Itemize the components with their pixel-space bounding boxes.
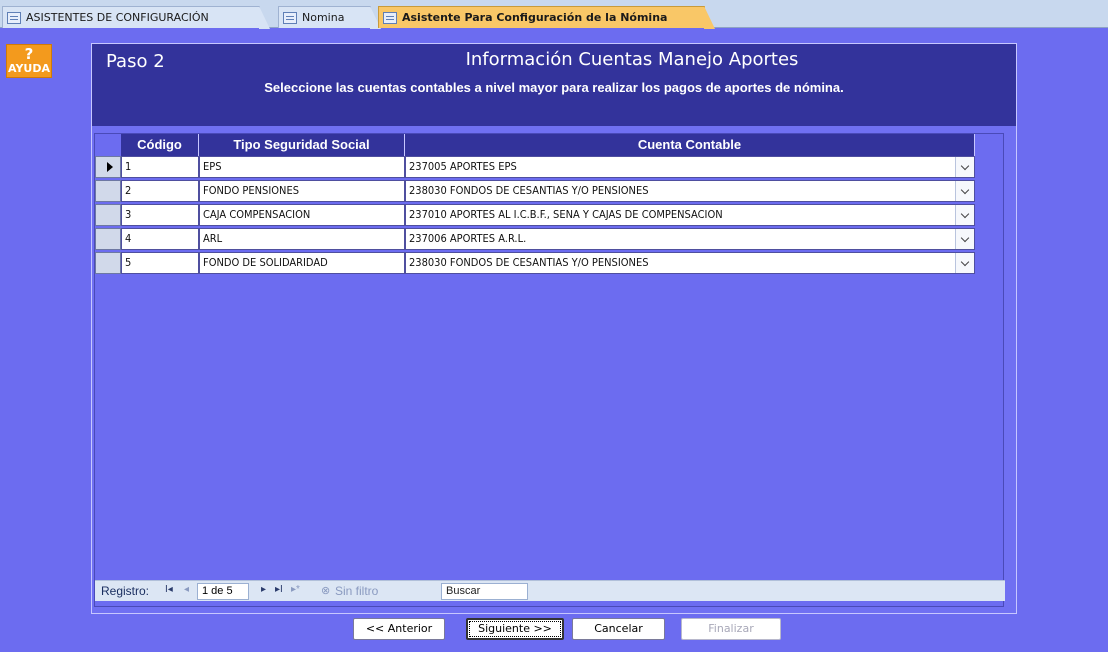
form-icon [283, 11, 297, 24]
new-record-icon[interactable]: ▸* [291, 584, 300, 595]
tab-label: Asistente Para Configuración de la Nómin… [402, 11, 668, 24]
type-cell[interactable]: FONDO DE SOLIDARIDAD [199, 252, 405, 274]
account-value: 237010 APORTES AL I.C.B.F., SENA Y CAJAS… [409, 208, 723, 221]
column-header-codigo[interactable]: Código [121, 134, 199, 156]
first-record-icon[interactable]: I◂ [165, 584, 173, 595]
column-header-cuenta-contable[interactable]: Cuenta Contable [405, 134, 975, 156]
wizard-form: Paso 2 Información Cuentas Manejo Aporte… [91, 43, 1017, 614]
tab-label: Nomina [302, 11, 345, 24]
dropdown-chevron-icon[interactable] [955, 253, 974, 273]
record-position-input[interactable]: 1 de 5 [197, 583, 249, 600]
account-value: 238030 FONDOS DE CESANTIAS Y/O PENSIONES [409, 256, 649, 269]
account-combo[interactable]: 237010 APORTES AL I.C.B.F., SENA Y CAJAS… [405, 204, 975, 226]
finish-button[interactable]: Finalizar [681, 618, 781, 640]
record-selector[interactable] [95, 228, 121, 250]
code-cell[interactable]: 4 [121, 228, 199, 250]
last-record-icon[interactable]: ▸I [275, 584, 283, 595]
form-icon [383, 11, 397, 24]
tab-nomina[interactable]: Nomina [278, 6, 381, 29]
help-button[interactable]: ? AYUDA [6, 44, 52, 78]
cancel-button[interactable]: Cancelar [572, 618, 665, 640]
record-navigation-bar: Registro: I◂ ◂ 1 de 5 ▸ ▸I ▸* ⊗ Sin filt… [95, 580, 971, 601]
account-value: 237006 APORTES A.R.L. [409, 232, 527, 245]
navigation-label: Registro: [101, 584, 150, 598]
next-record-icon[interactable]: ▸ [261, 584, 266, 595]
document-tab-bar: ASISTENTES DE CONFIGURACIÓN Nomina Asist… [0, 0, 1108, 33]
form-icon [7, 11, 21, 24]
code-cell[interactable]: 1 [121, 156, 199, 178]
type-cell[interactable]: EPS [199, 156, 405, 178]
record-selector[interactable] [95, 204, 121, 226]
dropdown-chevron-icon[interactable] [955, 157, 974, 177]
tab-label: ASISTENTES DE CONFIGURACIÓN [26, 11, 209, 24]
record-selector[interactable] [95, 156, 121, 178]
record-selector[interactable] [95, 180, 121, 202]
previous-button[interactable]: << Anterior [353, 618, 445, 640]
tab-asistentes-configuracion[interactable]: ASISTENTES DE CONFIGURACIÓN [2, 6, 270, 29]
previous-record-icon[interactable]: ◂ [184, 584, 189, 595]
search-input[interactable]: Buscar [441, 583, 528, 600]
code-cell[interactable]: 3 [121, 204, 199, 226]
account-value: 237005 APORTES EPS [409, 160, 517, 173]
account-value: 238030 FONDOS DE CESANTIAS Y/O PENSIONES [409, 184, 649, 197]
type-cell[interactable]: ARL [199, 228, 405, 250]
next-button[interactable]: Siguiente >> [466, 618, 564, 640]
datasheet: Código Tipo Seguridad Social Cuenta Cont… [94, 133, 1005, 607]
account-combo[interactable]: 238030 FONDOS DE CESANTIAS Y/O PENSIONES [405, 180, 975, 202]
form-title: Información Cuentas Manejo Aportes [465, 49, 799, 70]
type-cell[interactable]: CAJA COMPENSACION [199, 204, 405, 226]
column-header-tipo-seguridad-social[interactable]: Tipo Seguridad Social [199, 134, 405, 156]
table-header-row: Código Tipo Seguridad Social Cuenta Cont… [95, 134, 977, 156]
filter-status[interactable]: Sin filtro [335, 584, 378, 598]
record-selector[interactable] [95, 252, 121, 274]
navigation-bar-end [971, 580, 1005, 601]
dropdown-chevron-icon[interactable] [955, 229, 974, 249]
help-icon: ? [24, 45, 34, 63]
type-cell[interactable]: FONDO PENSIONES [199, 180, 405, 202]
dropdown-chevron-icon[interactable] [955, 205, 974, 225]
form-subtitle: Seleccione las cuentas contables a nivel… [264, 80, 844, 95]
step-label: Paso 2 [106, 51, 165, 72]
form-header: Paso 2 Información Cuentas Manejo Aporte… [92, 44, 1016, 126]
account-combo[interactable]: 237006 APORTES A.R.L. [405, 228, 975, 250]
code-cell[interactable]: 5 [121, 252, 199, 274]
code-cell[interactable]: 2 [121, 180, 199, 202]
help-label: AYUDA [7, 62, 50, 75]
tab-asistente-configuracion-nomina[interactable]: Asistente Para Configuración de la Nómin… [378, 6, 715, 29]
account-combo[interactable]: 238030 FONDOS DE CESANTIAS Y/O PENSIONES [405, 252, 975, 274]
current-record-arrow-icon [107, 162, 113, 172]
dropdown-chevron-icon[interactable] [955, 181, 974, 201]
account-combo[interactable]: 237005 APORTES EPS [405, 156, 975, 178]
filter-icon[interactable]: ⊗ [321, 584, 330, 597]
